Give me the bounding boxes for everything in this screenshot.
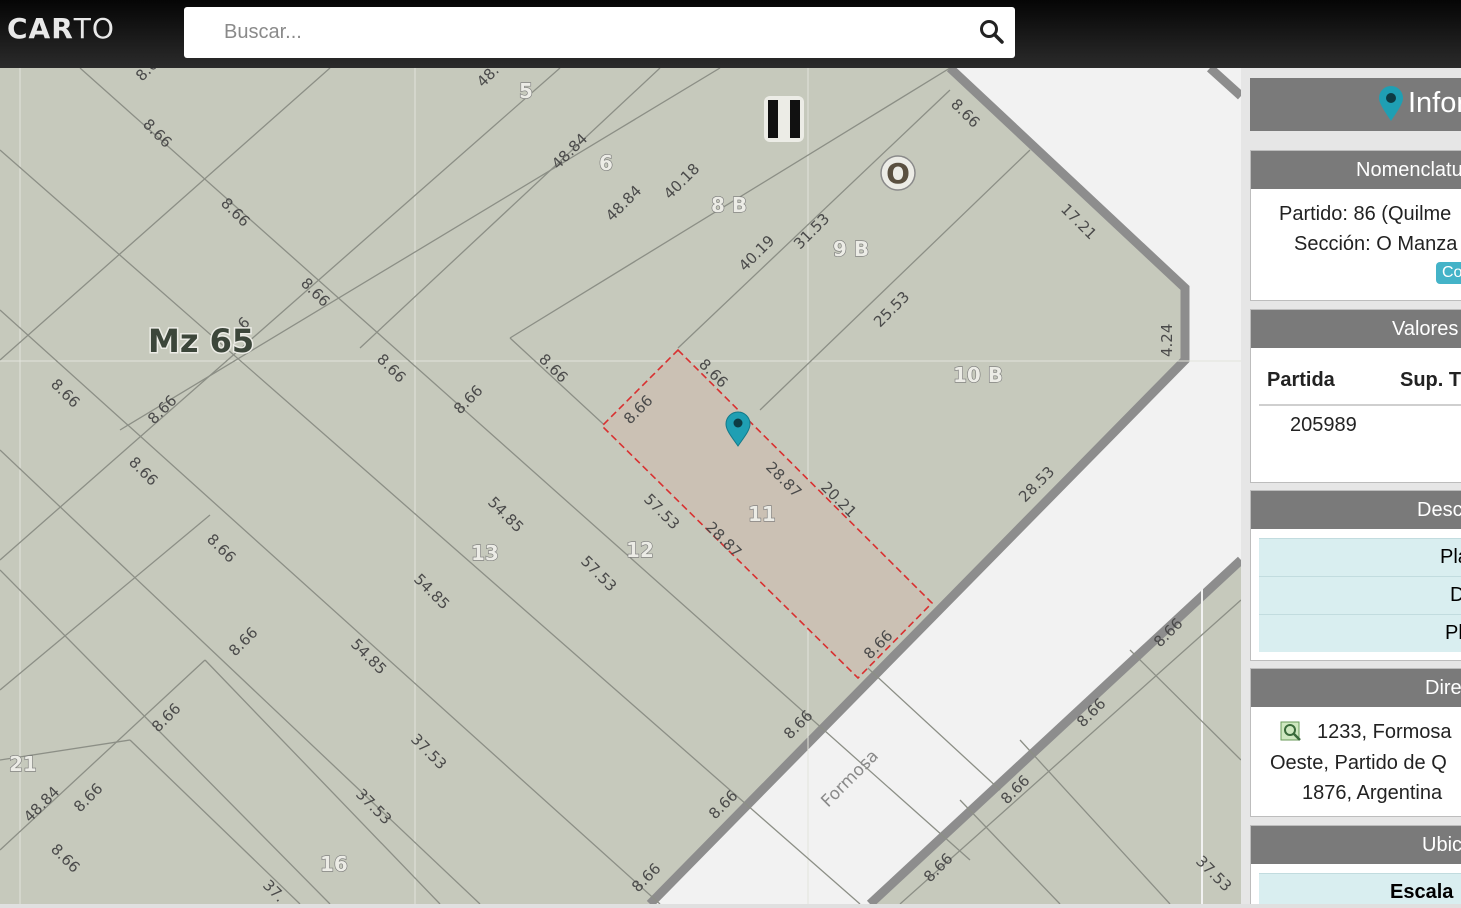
table-divider <box>1259 404 1461 406</box>
panel-title: Infor <box>1408 87 1461 119</box>
block-label: Mz 65 <box>148 322 254 360</box>
dim-label: 4.24 <box>1158 324 1176 357</box>
section-marker: O <box>880 155 916 191</box>
ubicacion-section: Ubic Escala <box>1250 825 1461 904</box>
cadastral-map[interactable]: 8.66 8.66 8.66 8.66 8.66 8.66 8.66 8.66 … <box>0 68 1241 904</box>
lot-label: 5 <box>519 79 533 103</box>
search-icon[interactable] <box>979 19 1005 45</box>
lot-label: 13 <box>471 541 499 565</box>
logo-light: TO <box>73 12 115 45</box>
seccion-text: Sección: O Manza <box>1294 233 1458 255</box>
partido-text: Partido: 86 (Quilme <box>1279 203 1452 225</box>
descargas-section: Desc Plan D Pla <box>1250 490 1461 661</box>
address-line-2: Oeste, Partido de Q <box>1270 752 1447 774</box>
download-item[interactable]: Plan <box>1259 538 1461 576</box>
ubicacion-header[interactable]: Ubic <box>1251 826 1461 864</box>
partida-value: 205989 <box>1290 414 1357 436</box>
valores-header[interactable]: Valores <box>1251 310 1461 348</box>
lot-label: 16 <box>320 852 348 876</box>
lot-label: 12 <box>626 538 654 562</box>
top-bar: CARTO <box>0 0 1461 68</box>
lot-label: 8 B <box>711 193 747 217</box>
logo-bold: CAR <box>7 12 74 45</box>
map-canvas[interactable]: 8.66 8.66 8.66 8.66 8.66 8.66 8.66 8.66 … <box>0 68 1241 904</box>
direccion-section: Dire 1233, Formosa Oeste, Partido de Q 1… <box>1250 668 1461 817</box>
lot-label: 11 <box>748 502 776 526</box>
lot-label: 6 <box>599 151 613 175</box>
direccion-header[interactable]: Dire <box>1251 669 1461 707</box>
info-panel: Infor Nomenclatu Partido: 86 (Quilme Sec… <box>1241 68 1461 904</box>
lot-label: 10 B <box>953 363 1003 387</box>
escala-row: Escala <box>1259 873 1461 904</box>
nomenclatura-section: Nomenclatu Partido: 86 (Quilme Sección: … <box>1250 150 1461 301</box>
carto-logo[interactable]: CARTO <box>7 12 115 45</box>
search-input[interactable] <box>184 7 964 58</box>
valores-section: Valores Partida Sup. T 205989 <box>1250 309 1461 483</box>
bottom-strip <box>0 904 1461 908</box>
map-search-icon[interactable] <box>1279 719 1303 743</box>
lot-label: 9 B <box>833 237 869 261</box>
lot-label: 21 <box>9 752 37 776</box>
address-line-1: 1233, Formosa <box>1317 721 1452 743</box>
copy-button[interactable]: Co <box>1436 262 1461 284</box>
col-superficie: Sup. T <box>1400 369 1461 391</box>
col-partida: Partida <box>1267 369 1335 391</box>
nomenclatura-header[interactable]: Nomenclatu <box>1251 151 1461 189</box>
location-pin-icon <box>1379 86 1403 121</box>
section-marker-label: O <box>886 157 910 190</box>
download-item[interactable]: D <box>1259 576 1461 614</box>
pause-icon[interactable] <box>764 96 804 142</box>
download-item[interactable]: Pla <box>1259 614 1461 652</box>
search-box <box>184 7 1015 58</box>
address-line-3: 1876, Argentina <box>1302 782 1443 804</box>
descargas-header[interactable]: Desc <box>1251 491 1461 529</box>
panel-header: Infor <box>1250 78 1461 131</box>
